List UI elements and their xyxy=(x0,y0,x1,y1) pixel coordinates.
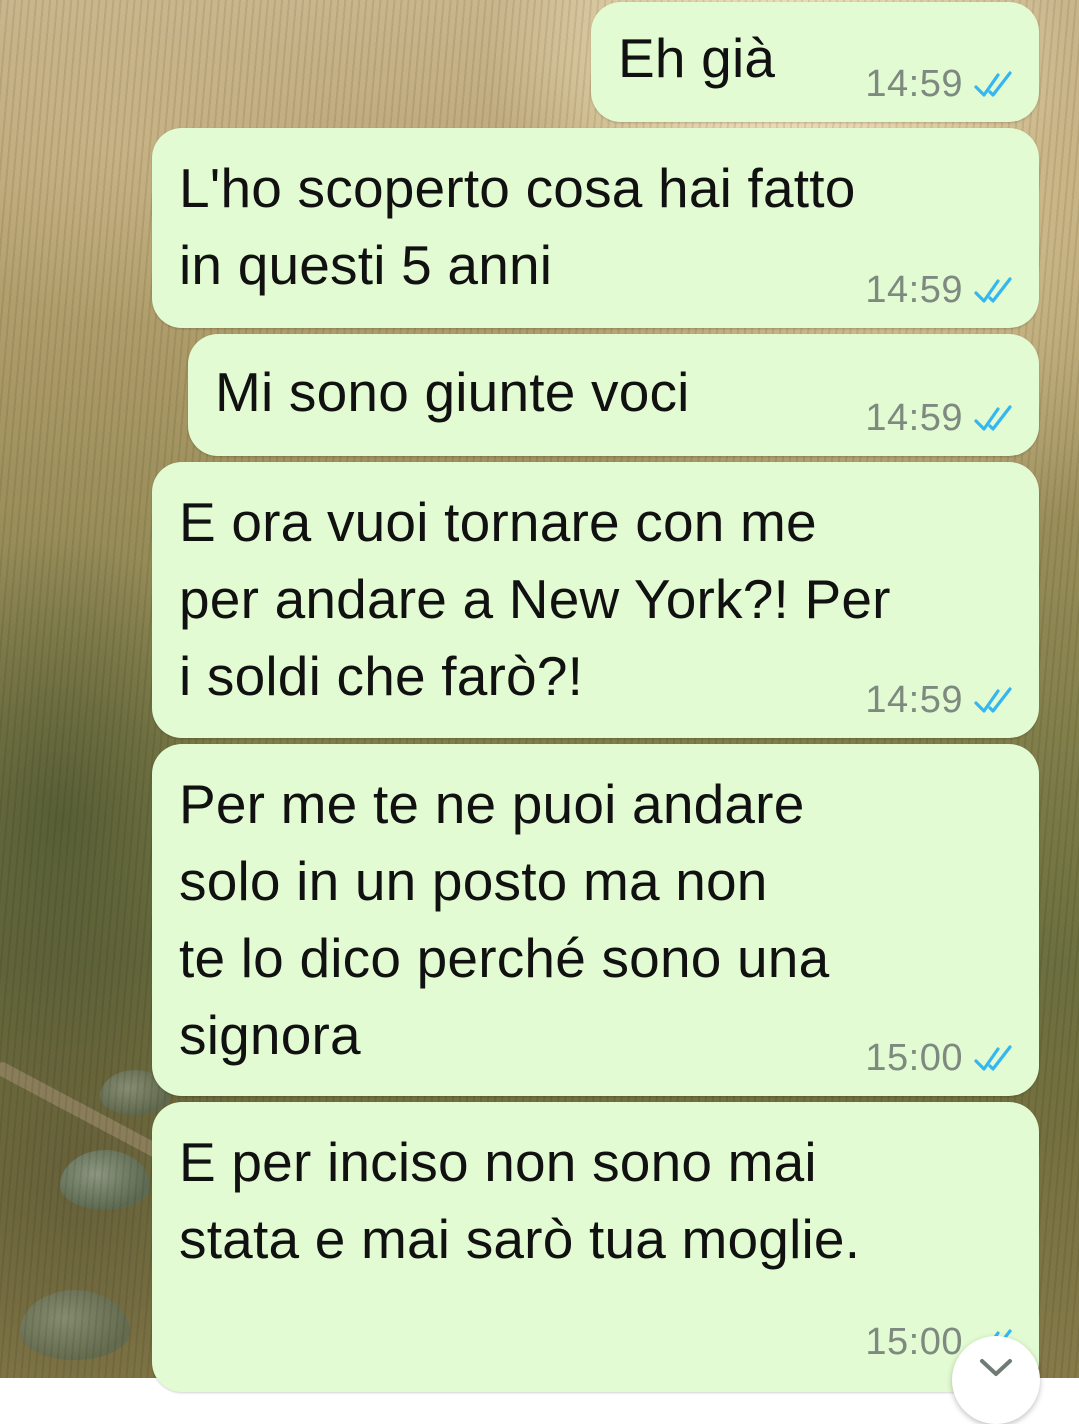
outgoing-message[interactable]: Eh già 14:59 xyxy=(591,2,1039,122)
double-check-icon xyxy=(974,1044,1012,1071)
outgoing-message[interactable]: L'ho scoperto cosa hai fatto in questi 5… xyxy=(152,128,1039,328)
double-check-icon xyxy=(974,404,1012,431)
outgoing-message[interactable]: E ora vuoi tornare con me per andare a N… xyxy=(152,462,1039,738)
message-text: Eh già xyxy=(618,27,776,89)
message-meta: 14:59 xyxy=(865,397,1017,440)
message-text: Mi sono giunte voci xyxy=(215,361,690,423)
message-text: E ora vuoi tornare con me per andare a N… xyxy=(179,491,891,707)
message-time: 15:00 xyxy=(865,1037,963,1079)
message-meta: 15:00 xyxy=(865,1037,1017,1080)
message-text: E per inciso non sono mai stata e mai sa… xyxy=(179,1131,861,1270)
double-check-icon xyxy=(974,686,1012,713)
message-time: 14:59 xyxy=(865,63,963,105)
message-time: 14:59 xyxy=(865,397,963,439)
double-check-icon xyxy=(974,276,1012,303)
outgoing-message[interactable]: Per me te ne puoi andare solo in un post… xyxy=(152,744,1039,1096)
message-meta: 14:59 xyxy=(865,63,1017,106)
scroll-to-bottom-button[interactable] xyxy=(952,1336,1040,1424)
outgoing-message[interactable]: Mi sono giunte voci 14:59 xyxy=(188,334,1039,456)
message-time: 14:59 xyxy=(865,269,963,311)
message-meta: 14:59 xyxy=(865,269,1017,312)
message-text: L'ho scoperto cosa hai fatto in questi 5… xyxy=(179,157,856,296)
message-list[interactable]: Eh già 14:59 L'ho scoperto cosa hai fatt… xyxy=(0,0,1079,1392)
message-meta: 14:59 xyxy=(865,679,1017,722)
message-time: 14:59 xyxy=(865,679,963,721)
message-text: Per me te ne puoi andare solo in un post… xyxy=(179,773,830,1066)
double-check-icon xyxy=(974,70,1012,97)
message-time: 15:00 xyxy=(865,1321,963,1363)
outgoing-message[interactable]: E per inciso non sono mai stata e mai sa… xyxy=(152,1102,1039,1392)
